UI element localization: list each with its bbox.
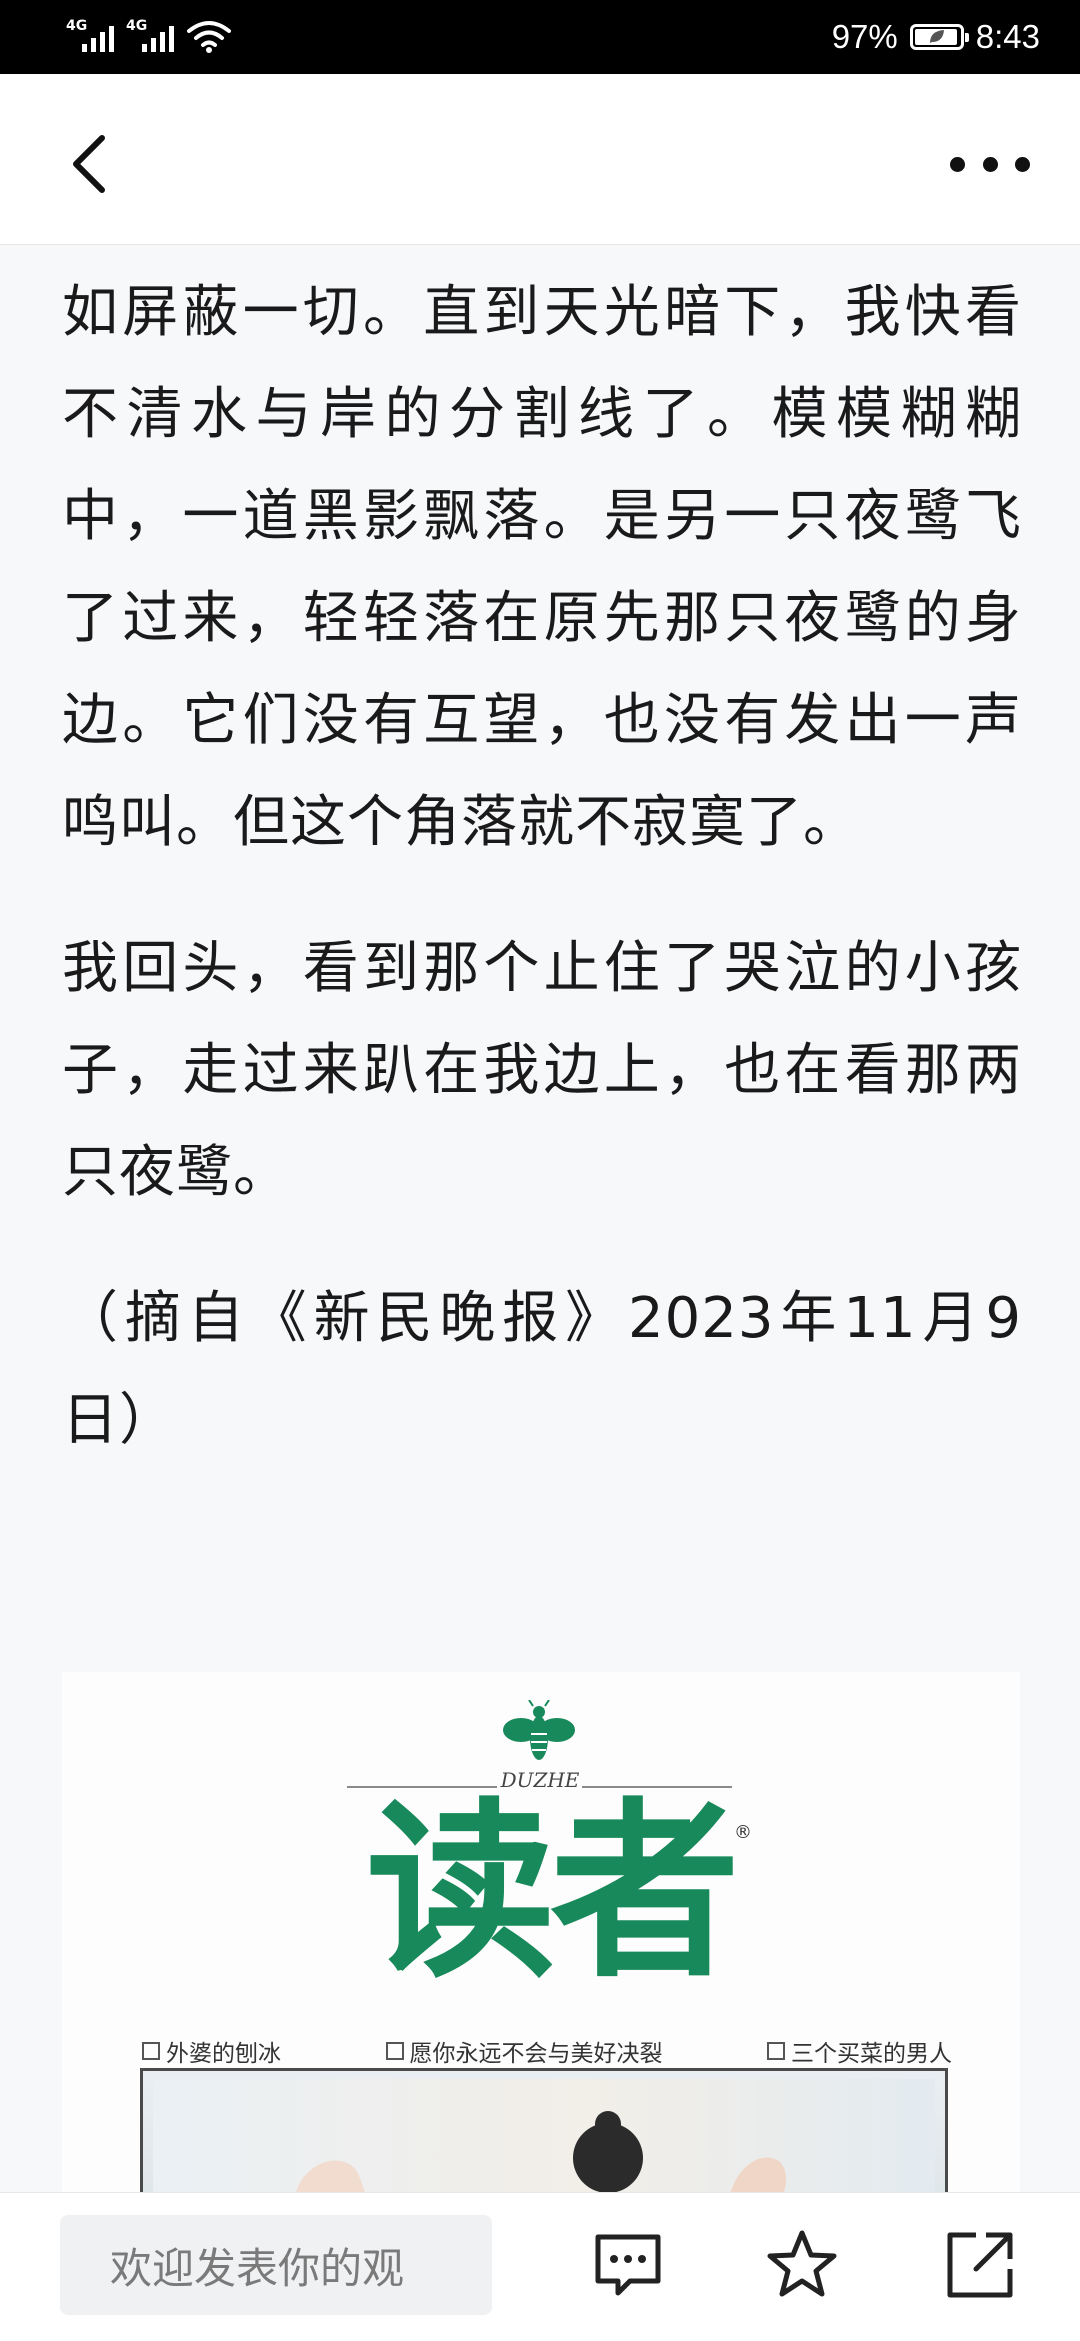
cover-photo	[140, 2068, 948, 2192]
magazine-title: 读者	[365, 1780, 740, 2003]
wifi-icon	[187, 21, 231, 53]
signal-icon	[142, 22, 174, 52]
more-dots-icon	[982, 156, 998, 172]
share-button[interactable]	[942, 2227, 1018, 2303]
topic-bullet-icon	[142, 2042, 160, 2060]
bee-logo-icon	[503, 1700, 575, 1760]
cover-topics: 外婆的刨冰 愿你永远不会与美好决裂 三个买菜的男人	[142, 2034, 952, 2068]
status-right: 97% 8:43	[832, 0, 1040, 74]
status-bar: 4G 4G 97% 8:43	[0, 0, 1080, 74]
back-chevron-icon	[73, 135, 105, 193]
article-paragraph: 如屏蔽一切。直到天光暗下，我快看不清水与岸的分割线了。模模糊糊中，一道黑影飘落。…	[62, 280, 1022, 855]
cover-topic: 愿你永远不会与美好决裂	[385, 2034, 663, 2068]
cover-topic-text: 外婆的刨冰	[166, 2041, 281, 2067]
share-icon	[947, 2232, 1013, 2298]
back-button[interactable]	[60, 124, 120, 204]
top-nav-bar	[0, 74, 1080, 245]
cover-topic: 外婆的刨冰	[142, 2034, 281, 2068]
article-source: （摘自《新民晚报》2023年11月9日）	[62, 1286, 1022, 1453]
comment-input[interactable]: 欢迎发表你的观	[60, 2215, 492, 2315]
topic-bullet-icon	[385, 2042, 404, 2060]
bottom-action-bar: 欢迎发表你的观	[0, 2192, 1080, 2341]
figure-head	[573, 2123, 643, 2192]
more-options-button[interactable]	[950, 144, 1030, 184]
clock: 8:43	[975, 18, 1040, 55]
comment-button[interactable]	[590, 2227, 666, 2303]
battery-percent: 97%	[831, 18, 898, 55]
star-icon	[767, 2230, 837, 2297]
more-dots-icon	[1015, 156, 1030, 172]
article-body: 如屏蔽一切。直到天光暗下，我快看不清水与岸的分割线了。模模糊糊中，一道黑影飘落。…	[62, 262, 1022, 1472]
battery-icon	[909, 24, 969, 50]
article-paragraph: 我回头，看到那个止住了哭泣的小孩子，走过来趴在我边上，也在看那两只夜鹭。	[62, 936, 1022, 1205]
cover-topic-text: 愿你永远不会与美好决裂	[409, 2041, 663, 2067]
cover-photo-background	[153, 2079, 935, 2192]
more-dots-icon	[950, 156, 965, 172]
comment-icon	[595, 2234, 661, 2296]
power-saving-leaf-icon	[929, 30, 944, 43]
registered-mark: ®	[734, 1822, 752, 1843]
cover-topic: 三个买菜的男人	[767, 2034, 952, 2068]
comment-placeholder: 欢迎发表你的观	[110, 2243, 405, 2293]
favorite-button[interactable]	[764, 2227, 840, 2303]
topic-bullet-icon	[767, 2042, 785, 2060]
cover-topic-text: 三个买菜的男人	[791, 2041, 952, 2067]
magazine-cover-image[interactable]: DUZHE 读者 ® 外婆的刨冰 愿你永远不会与美好决裂 三个买菜的男人	[62, 1672, 1020, 2192]
signal-icon	[82, 22, 114, 52]
